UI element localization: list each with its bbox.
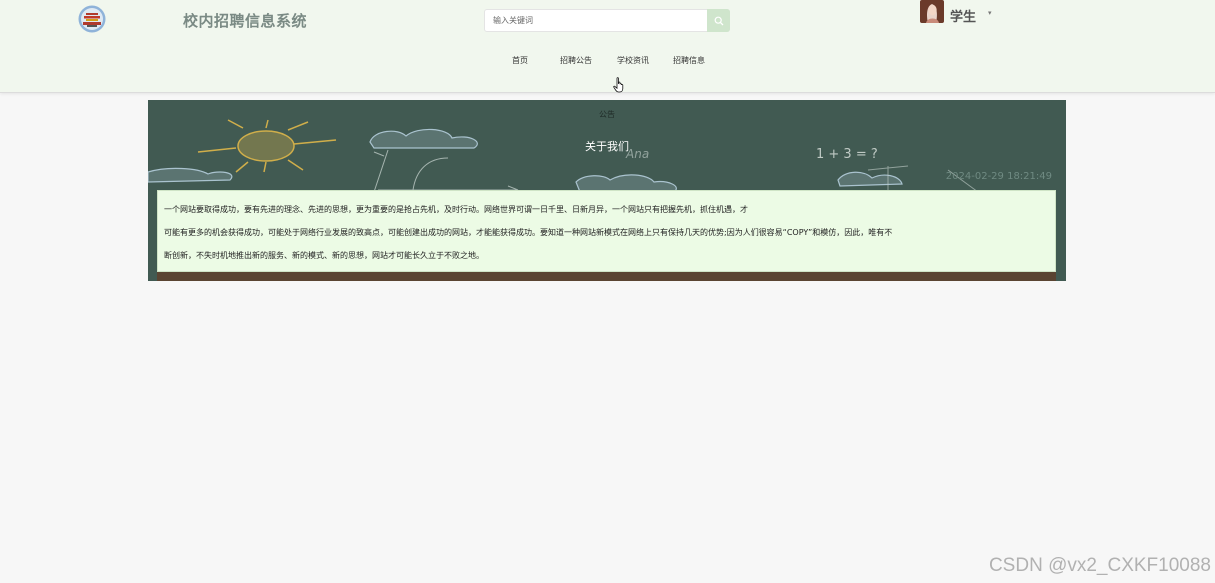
watermark: CSDN @vx2_CXKF10088 — [988, 555, 1211, 576]
nav-item-recruit-info[interactable]: 招聘信息 — [673, 55, 705, 66]
content-paragraph-line: 一个网站要取得成功，要有先进的理念、先进的思想，更为重要的是抢占先机，及时行动。… — [164, 205, 748, 214]
search-bar — [484, 9, 730, 32]
avatar[interactable] — [920, 0, 944, 23]
search-button[interactable] — [707, 9, 730, 32]
hand-pointer-icon — [613, 77, 624, 93]
chevron-down-icon[interactable]: ▾ — [988, 9, 992, 17]
nav-item-recruit-notice[interactable]: 招聘公告 — [560, 55, 592, 66]
content-paragraph-line: 断创新，不失时机地推出新的服务、新的模式、新的思想，网站才可能长久立于不败之地。 — [164, 251, 484, 260]
breadcrumb: 公告 — [599, 110, 615, 119]
search-input[interactable] — [485, 10, 707, 31]
nav-item-home[interactable]: 首页 — [512, 55, 528, 66]
board-ledge — [157, 272, 1056, 281]
temple-emblem-icon[interactable] — [78, 5, 106, 33]
content-paragraph-line: 可能有更多的机会获得成功，可能处于网络行业发展的致高点，可能创建出成功的网站，才… — [164, 228, 893, 237]
search-icon — [714, 16, 723, 25]
nav-item-school-news[interactable]: 学校资讯 — [617, 55, 649, 66]
notice-board: Ana 1 + 3 = ? 公告 关于我们 2024-02-29 18:21:4… — [148, 100, 1066, 281]
site-title: 校内招聘信息系统 — [183, 12, 308, 30]
top-header: 校内招聘信息系统 学生 ▾ 首页 招聘公告 学校资讯 招聘信息 — [0, 0, 1215, 93]
page-title: 关于我们 — [585, 140, 629, 153]
notice-content: 一个网站要取得成功，要有先进的理念、先进的思想，更为重要的是抢占先机，及时行动。… — [157, 190, 1056, 272]
user-name[interactable]: 学生 — [950, 6, 976, 25]
publish-date: 2024-02-29 18:21:49 — [945, 171, 1052, 182]
main-nav: 首页 招聘公告 学校资讯 招聘信息 — [0, 55, 1215, 69]
